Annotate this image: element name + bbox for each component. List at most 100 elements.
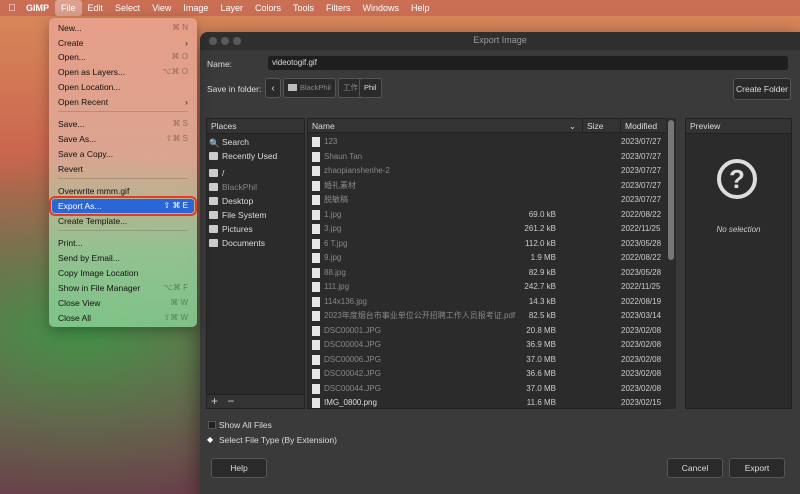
folder-icon <box>312 195 320 205</box>
place-desktop[interactable]: Desktop <box>209 194 253 208</box>
file-menu-item[interactable]: Close View ⌘ W <box>49 296 197 310</box>
add-bookmark-button[interactable]: + <box>211 394 218 408</box>
file-row[interactable]: 123 2023/07/27 <box>308 135 668 149</box>
place-file-system[interactable]: File System <box>209 208 266 222</box>
menu-item-label: Show in File Manager <box>58 283 141 293</box>
file-menu-item[interactable]: Open as Layers... ⌥⌘ O <box>49 65 197 79</box>
file-menu-item[interactable]: Show in File Manager ⌥⌘ F <box>49 281 197 295</box>
place-label: Documents <box>222 238 265 248</box>
filename-input[interactable]: videotogif.gif <box>268 56 788 70</box>
file-row[interactable]: 6 T.jpg 112.0 kB 2023/05/28 <box>308 237 668 251</box>
file-row[interactable]: 114x136.jpg 14.3 kB 2022/08/19 <box>308 295 668 309</box>
file-row[interactable]: 3.jpg 261.2 kB 2022/11/25 <box>308 222 668 236</box>
folder-icon <box>312 151 320 162</box>
menu-edit[interactable]: Edit <box>82 0 110 16</box>
chevron-right-icon: › <box>185 38 188 48</box>
expander-icon[interactable]: ◆ <box>207 436 215 444</box>
file-menu-item[interactable]: Create Template... <box>49 214 197 228</box>
file-menu-item[interactable]: New... ⌘ N <box>49 21 197 35</box>
apple-icon[interactable]:  <box>4 3 20 14</box>
file-modified: 2023/07/27 <box>621 166 662 175</box>
file-menu-item[interactable]: Overwrite mmm.gif <box>49 184 197 198</box>
recent-icon <box>209 152 218 160</box>
column-name-header[interactable]: Name ⌄ <box>308 119 583 133</box>
file-row[interactable]: zhaopianshenhe-2 2023/07/27 <box>308 164 668 178</box>
file-row[interactable]: DSC00001.JPG 20.8 MB 2023/02/08 <box>308 324 668 338</box>
file-name: DSC00006.JPG <box>324 354 381 364</box>
file-icon <box>312 224 320 234</box>
file-row[interactable]: 婚礼素材 2023/07/27 <box>308 179 668 193</box>
help-button[interactable]: Help <box>211 458 267 478</box>
file-menu-item[interactable]: Create › <box>49 36 197 50</box>
menu-select[interactable]: Select <box>109 0 146 16</box>
crumb-label: BlackPhil <box>300 83 331 92</box>
file-size: 37.0 MB <box>526 383 556 393</box>
menu-windows[interactable]: Windows <box>356 0 405 16</box>
export-image-dialog: Export Image Name: videotogif.gif Save i… <box>200 32 800 494</box>
file-row[interactable]: DSC00006.JPG 37.0 MB 2023/02/08 <box>308 353 668 367</box>
menu-colors[interactable]: Colors <box>249 0 287 16</box>
remove-bookmark-button[interactable]: − <box>227 394 234 408</box>
crumb-phil[interactable]: Phil <box>359 78 382 98</box>
place-search[interactable]: 🔍 Search <box>209 135 249 149</box>
file-row[interactable]: 脱敏稿 2023/07/27 <box>308 193 668 207</box>
file-row[interactable]: DSC00044.JPG 37.0 MB 2023/02/08 <box>308 382 668 396</box>
place-documents[interactable]: Documents <box>209 236 265 250</box>
menu-view[interactable]: View <box>146 0 177 16</box>
file-menu-item[interactable]: Export As... ⇧ ⌘ E <box>49 196 197 216</box>
file-row[interactable]: DSC00042.JPG 36.6 MB 2023/02/08 <box>308 367 668 381</box>
menu-filters[interactable]: Filters <box>320 0 357 16</box>
file-row[interactable]: 2023年度烟台市事业单位公开招聘工作人员报考证.pdf 82.5 kB 2023/… <box>308 309 668 323</box>
file-size: 20.8 MB <box>526 325 556 335</box>
cancel-button[interactable]: Cancel <box>667 458 723 478</box>
select-file-type-expander[interactable]: Select File Type (By Extension) <box>219 435 337 445</box>
file-size: 242.7 kB <box>524 282 556 291</box>
create-folder-button[interactable]: Create Folder <box>733 78 791 100</box>
menu-layer[interactable]: Layer <box>214 0 249 16</box>
menu-item-label: Create <box>58 38 84 48</box>
file-modified: 2023/02/08 <box>621 325 662 335</box>
crumb-blackphil[interactable]: BlackPhil <box>283 78 336 98</box>
menu-help[interactable]: Help <box>405 0 436 16</box>
file-menu-item[interactable]: Copy Image Location <box>49 266 197 280</box>
place-blackphil[interactable]: BlackPhil <box>209 180 257 194</box>
file-menu-item[interactable]: Open... ⌘ O <box>49 50 197 64</box>
file-icon <box>312 383 320 394</box>
file-menu-item[interactable]: Open Location... <box>49 80 197 94</box>
menu-item-shortcut: ⌘ W <box>170 298 188 307</box>
file-menu-item[interactable]: Open Recent › <box>49 95 197 109</box>
menu-app-gimp[interactable]: GIMP <box>20 0 55 16</box>
menu-image[interactable]: Image <box>177 0 214 16</box>
place-root[interactable]: / <box>209 166 224 180</box>
file-row[interactable]: Shaun Tan 2023/07/27 <box>308 150 668 164</box>
menu-file[interactable]: File <box>55 0 82 16</box>
export-button[interactable]: Export <box>729 458 785 478</box>
place-label: File System <box>222 210 267 220</box>
path-back-button[interactable]: ‹ <box>265 78 281 98</box>
file-row[interactable]: 88.jpg 82.9 kB 2023/05/28 <box>308 266 668 280</box>
file-menu-item[interactable]: Close All ⇧⌘ W <box>49 311 197 325</box>
column-size-header[interactable]: Size <box>583 119 621 133</box>
file-list-scrollbar[interactable] <box>666 118 676 409</box>
file-row[interactable]: 111.jpg 242.7 kB 2022/11/25 <box>308 280 668 294</box>
file-modified: 2022/08/22 <box>621 209 662 219</box>
show-all-files-checkbox[interactable] <box>208 421 216 429</box>
file-menu-item[interactable]: Save... ⌘ S <box>49 117 197 131</box>
file-modified: 2022/11/25 <box>621 224 661 233</box>
scrollbar-thumb[interactable] <box>668 120 674 260</box>
place-recently-used[interactable]: Recently Used <box>209 149 277 163</box>
menu-tools[interactable]: Tools <box>287 0 320 16</box>
place-pictures[interactable]: Pictures <box>209 222 253 236</box>
file-menu-item[interactable]: Send by Email... <box>49 251 197 265</box>
file-row[interactable]: DSC00004.JPG 36.9 MB 2023/02/08 <box>308 338 668 352</box>
file-menu-item[interactable]: Revert <box>49 162 197 176</box>
file-row[interactable]: IMG_0800.png 11.6 MB 2023/02/15 <box>308 396 668 408</box>
menu-item-label: Open Recent <box>58 97 109 107</box>
file-menu-item[interactable]: Save a Copy... <box>49 147 197 161</box>
chevron-right-icon: › <box>185 97 188 107</box>
file-menu-item[interactable]: Print... <box>49 236 197 250</box>
file-row[interactable]: 1.jpg 69.0 kB 2022/08/22 <box>308 208 668 222</box>
file-menu-item[interactable]: Save As... ⇧⌘ S <box>49 132 197 146</box>
file-icon <box>312 209 320 220</box>
file-row[interactable]: 9.jpg 1.9 MB 2022/08/22 <box>308 251 668 265</box>
